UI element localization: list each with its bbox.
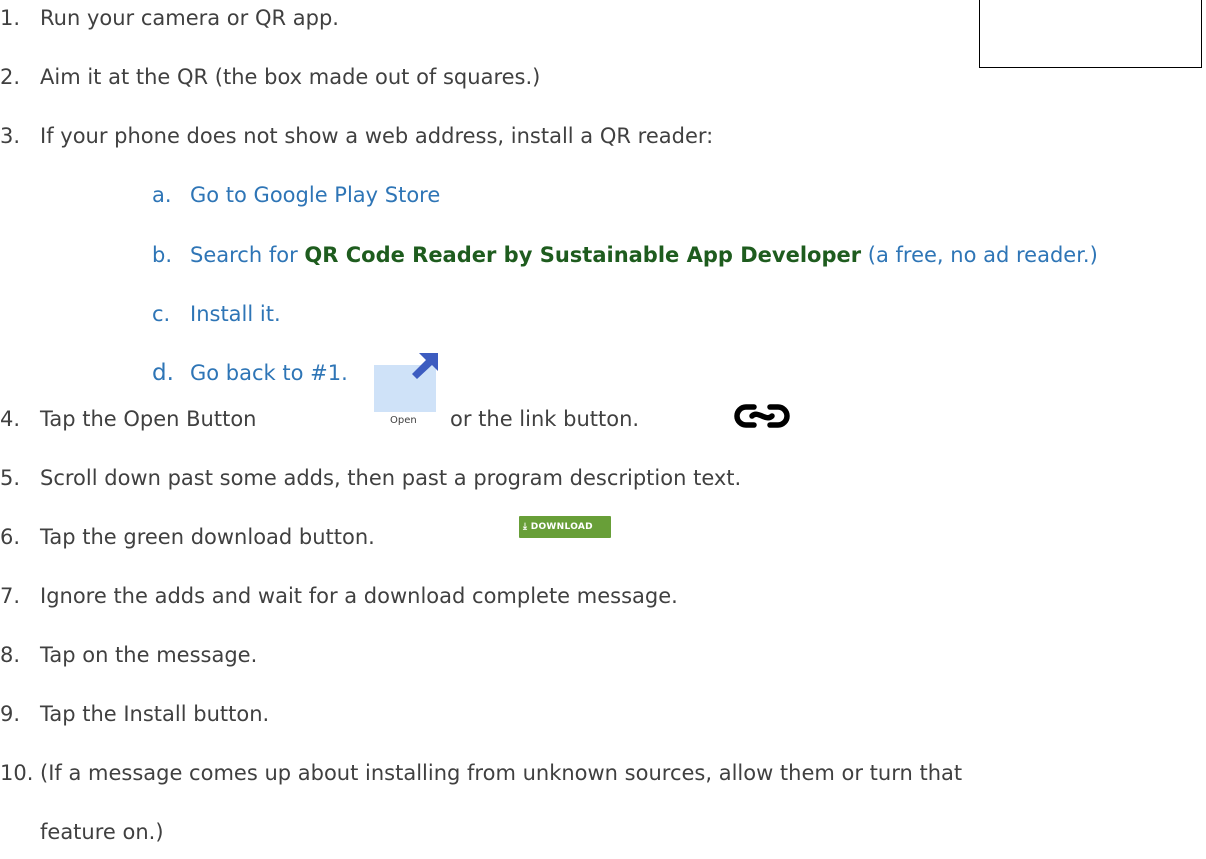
step-text: Run your camera or QR app. [40,6,339,30]
step-text: Scroll down past some adds, then past a … [40,466,742,490]
step-number: 2. [0,65,21,89]
open-external-arrow-icon [412,353,438,379]
link-icon [734,404,790,428]
step-number: 9. [0,702,21,726]
step-text: Aim it at the QR (the box made out of sq… [40,65,541,89]
step-number: 6. [0,525,21,549]
step-number: 5. [0,466,21,490]
substep-letter: a. [152,183,172,207]
step-text: Tap the Install button. [40,702,270,726]
step-text: Tap on the message. [40,643,258,667]
step-number: 3. [0,124,21,148]
step-text-before: Tap the Open Button [40,407,257,431]
substep-text-before: Search for [190,243,298,267]
qr-code-placeholder-box [979,0,1202,68]
step-text: Tap the green download button. [40,525,375,549]
open-button-label: Open [390,415,417,426]
app-name-bold: QR Code Reader by Sustainable App Develo… [304,243,862,267]
step-number: 4. [0,407,21,431]
substep-text: Go back to #1. [190,361,348,385]
step-text-line-2: feature on.) [40,820,164,844]
open-button-icon: Open [374,353,438,429]
step-number: 1. [0,6,21,30]
download-button: ⤓ DOWNLOAD [519,516,611,538]
substep-letter: c. [152,302,171,326]
step-number: 10. [0,761,34,785]
step-number: 7. [0,584,21,608]
substep-text-after: (a free, no ad reader.) [867,243,1098,267]
step-text: Ignore the adds and wait for a download … [40,584,678,608]
step-number: 8. [0,643,21,667]
step-text-line-1: (If a message comes up about installing … [40,761,963,785]
substep-text: Install it. [190,302,281,326]
step-text-after: or the link button. [450,407,640,431]
substep-letter: b. [152,243,173,267]
step-text: If your phone does not show a web addres… [40,124,714,148]
substep-text: Search for QR Code Reader by Sustainable… [190,241,1098,269]
substep-text: Go to Google Play Store [190,183,441,207]
substep-letter: d. [152,360,174,386]
